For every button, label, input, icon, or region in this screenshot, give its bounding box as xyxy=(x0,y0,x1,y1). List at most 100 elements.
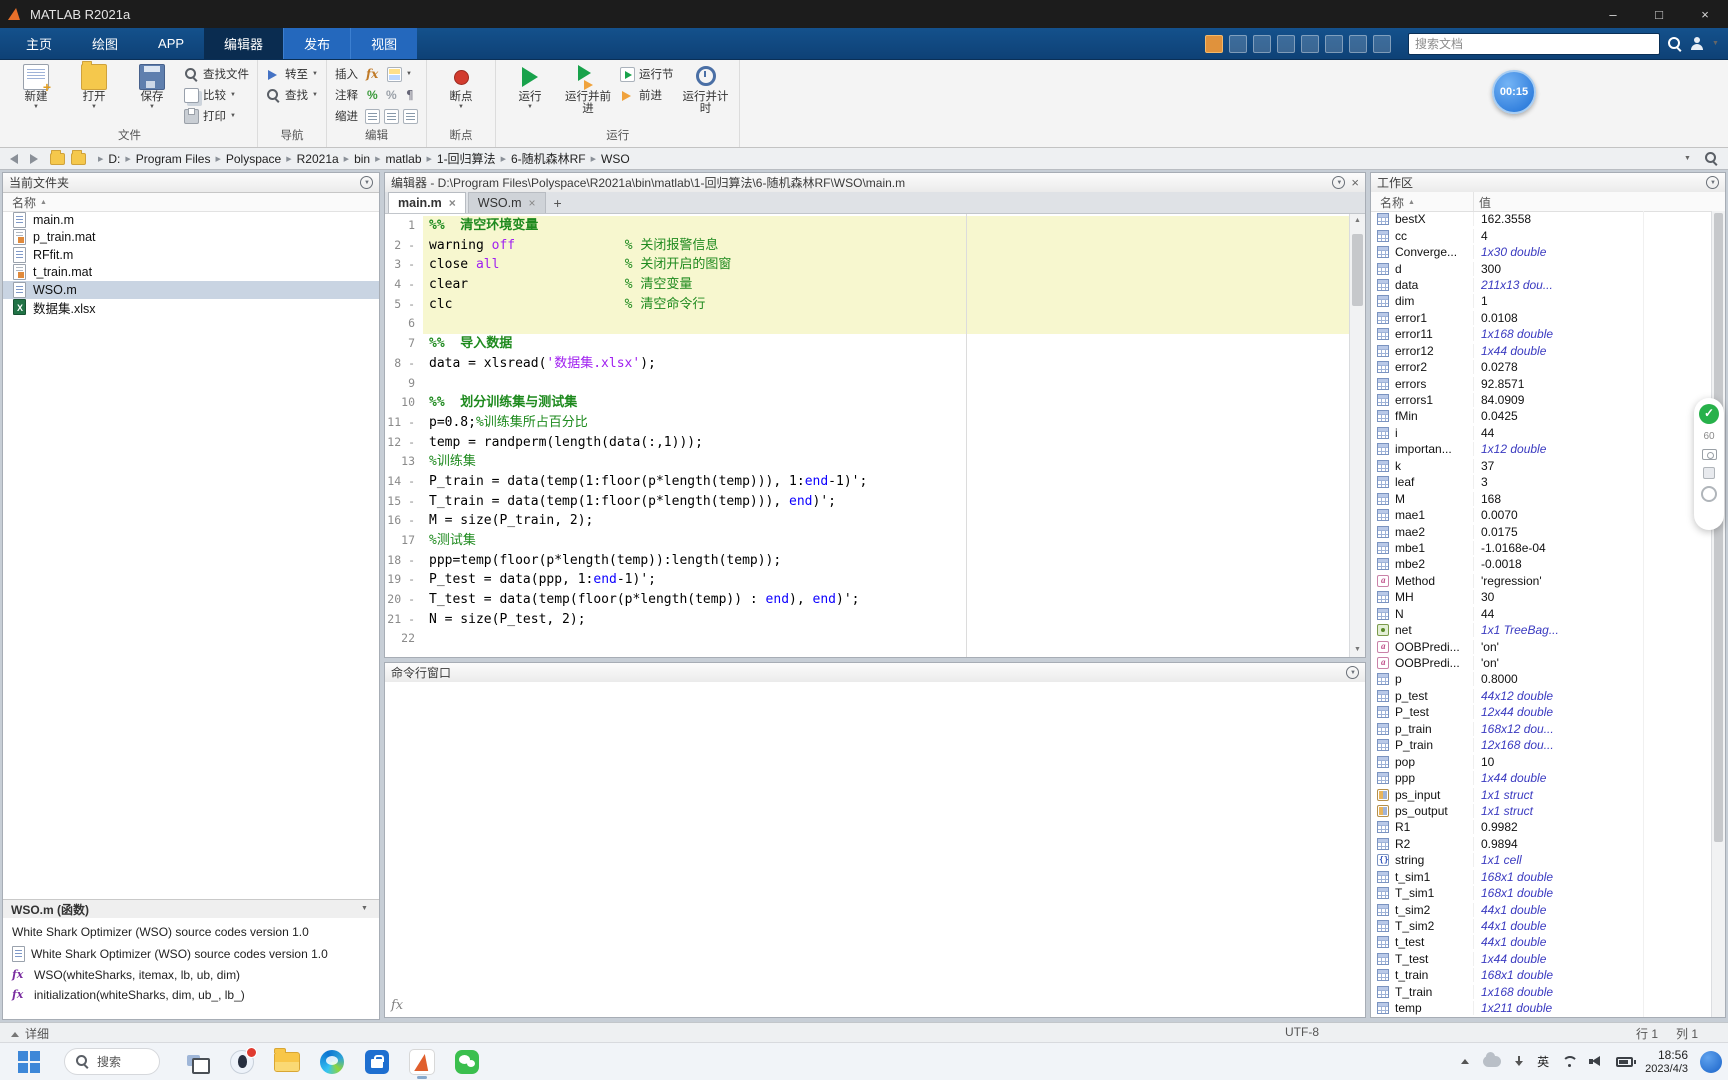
workspace-variable[interactable]: p_test 44x12 double xyxy=(1371,688,1712,704)
editor-close-icon[interactable]: × xyxy=(1351,176,1359,189)
breadcrumb-segment[interactable]: WSO xyxy=(601,152,630,166)
workspace-variable[interactable]: p 0.8000 xyxy=(1371,671,1712,687)
file-item[interactable]: p_train.mat xyxy=(3,229,379,247)
workspace-variable[interactable]: string 1x1 cell xyxy=(1371,852,1712,868)
code-line[interactable]: 1%% 清空环境变量 xyxy=(385,216,1350,236)
workspace-variable[interactable]: errors 92.8571 xyxy=(1371,375,1712,391)
file-details-entry[interactable]: White Shark Optimizer (WSO) source codes… xyxy=(12,946,370,962)
workspace-variable[interactable]: importan... 1x12 double xyxy=(1371,441,1712,457)
copy-icon[interactable] xyxy=(1277,34,1295,53)
workspace-variable[interactable]: bestX 162.3558 xyxy=(1371,211,1712,227)
code-line[interactable]: 19 - P_test = data(ppp, 1:end-1)'; xyxy=(385,570,1350,591)
breadcrumb-segment[interactable]: 6-随机森林RF xyxy=(511,150,586,167)
browse-folder-icon[interactable] xyxy=(50,149,65,165)
workspace-variable[interactable]: leaf 3 xyxy=(1371,474,1712,490)
advance-button[interactable]: 前进 xyxy=(620,86,674,104)
back-icon[interactable] xyxy=(8,152,22,166)
scrollbar-thumb[interactable] xyxy=(1352,234,1363,306)
workspace-variable[interactable]: M 168 xyxy=(1371,490,1712,506)
workspace-variable[interactable]: T_test 1x44 double xyxy=(1371,951,1712,967)
editor-menu-icon[interactable] xyxy=(1332,176,1346,189)
file-details-header[interactable]: WSO.m (函数) xyxy=(3,899,379,919)
workspace-variable[interactable]: dim 1 xyxy=(1371,293,1712,309)
ribbon-tab-home[interactable]: 主页 xyxy=(6,28,72,59)
workspace-variable[interactable]: OOBPredi... 'on' xyxy=(1371,638,1712,654)
workspace-variable[interactable]: Method 'regression' xyxy=(1371,573,1712,589)
workspace-variable[interactable]: Converge... 1x30 double xyxy=(1371,244,1712,260)
status-left[interactable]: 详细 xyxy=(10,1025,49,1042)
command-window-menu-icon[interactable] xyxy=(1346,666,1359,679)
screen-recorder-widget[interactable]: 60 xyxy=(1694,398,1724,530)
breadcrumb-segment[interactable]: D: xyxy=(108,152,120,166)
workspace-variable[interactable]: pop 10 xyxy=(1371,753,1712,769)
indent-button[interactable]: 缩进 xyxy=(335,107,418,125)
download-tray-icon[interactable] xyxy=(1513,1055,1525,1068)
ribbon-collapse-icon[interactable] xyxy=(1712,40,1722,48)
workspace-variable[interactable]: fMin 0.0425 xyxy=(1371,408,1712,424)
workspace-variable[interactable]: i 44 xyxy=(1371,425,1712,441)
workspace-variable[interactable]: t_train 168x1 double xyxy=(1371,967,1712,983)
file-item[interactable]: 数据集.xlsx xyxy=(3,299,379,317)
workspace-menu-icon[interactable] xyxy=(1706,176,1719,189)
ribbon-tab-editor[interactable]: 编辑器 xyxy=(204,28,284,59)
code-line[interactable]: 12 - temp = randperm(length(data(:,1))); xyxy=(385,432,1350,453)
workspace-variable[interactable]: MH 30 xyxy=(1371,589,1712,605)
check-icon[interactable] xyxy=(1699,404,1719,424)
code-line[interactable]: 6 xyxy=(385,314,1350,335)
editor-tab-WSO.m[interactable]: WSO.m × xyxy=(467,192,546,213)
user-account-icon[interactable] xyxy=(1689,36,1705,52)
breadcrumb-segment[interactable]: matlab xyxy=(385,152,421,166)
code-line[interactable]: 13 %训练集 xyxy=(385,452,1350,472)
breadcrumb-segment[interactable]: Polyspace xyxy=(226,152,281,166)
cut-icon[interactable] xyxy=(1253,34,1271,53)
command-window-body[interactable]: fx xyxy=(385,682,1365,1017)
code-line[interactable]: 11 - p=0.8;%训练集所占百分比 xyxy=(385,412,1350,433)
redo-icon[interactable] xyxy=(1349,34,1367,53)
workspace-variable[interactable]: T_train 1x168 double xyxy=(1371,984,1712,1000)
code-line[interactable]: 3 - close all % 关闭开启的图窗 xyxy=(385,255,1350,276)
code-line[interactable]: 10%% 划分训练集与测试集 xyxy=(385,393,1350,413)
taskbar-qq[interactable] xyxy=(227,1047,257,1077)
start-button[interactable] xyxy=(16,1049,42,1075)
workspace-variable[interactable]: P_test 12x44 double xyxy=(1371,704,1712,720)
editor-scrollbar[interactable]: ▲ ▼ xyxy=(1349,214,1365,657)
breakpoints-button[interactable]: 断点 ▼ xyxy=(435,62,487,111)
close-button[interactable]: × xyxy=(1682,0,1728,28)
run-time-button[interactable]: 运行并计时 xyxy=(679,62,731,115)
expand-details-icon[interactable] xyxy=(10,1030,20,1038)
workspace-variable[interactable]: data 211x13 dou... xyxy=(1371,277,1712,293)
workspace-variable[interactable]: mbe1 -1.0168e-04 xyxy=(1371,540,1712,556)
code-line[interactable]: 9 xyxy=(385,373,1350,394)
current-folder-column-header[interactable]: 名称 ▲ xyxy=(3,193,379,212)
workspace-variable[interactable]: R2 0.9894 xyxy=(1371,836,1712,852)
help-icon[interactable] xyxy=(1373,34,1391,53)
breadcrumb-segment[interactable]: 1-回归算法 xyxy=(437,150,496,167)
workspace-variable[interactable]: mbe2 -0.0018 xyxy=(1371,556,1712,572)
code-line[interactable]: 14 - P_train = data(temp(1:floor(p*length… xyxy=(385,471,1350,492)
onedrive-icon[interactable] xyxy=(1483,1052,1502,1067)
undo-icon[interactable] xyxy=(1325,34,1343,53)
workspace-variable[interactable]: t_test 44x1 double xyxy=(1371,934,1712,950)
code-line[interactable]: 17 %测试集 xyxy=(385,531,1350,551)
taskbar-clock[interactable]: 18:56 2023/4/3 xyxy=(1645,1048,1688,1076)
code-area[interactable]: 1%% 清空环境变量 2 - warning off % 关闭报警信息 3 - clos… xyxy=(385,216,1350,650)
code-line[interactable]: 5 - clc % 清空命令行 xyxy=(385,294,1350,315)
new-tab-button[interactable]: + xyxy=(548,192,568,213)
workspace-variable[interactable]: d 300 xyxy=(1371,260,1712,276)
comment-button[interactable]: 注释 xyxy=(335,86,418,104)
minimize-button[interactable]: – xyxy=(1590,0,1636,28)
workspace-scrollbar[interactable] xyxy=(1711,211,1725,1017)
workspace-variable[interactable]: T_sim2 44x1 double xyxy=(1371,918,1712,934)
file-item[interactable]: t_train.mat xyxy=(3,264,379,282)
save-button[interactable]: 保存 ▼ xyxy=(126,62,178,111)
taskbar-wechat[interactable] xyxy=(452,1047,482,1077)
search-icon[interactable] xyxy=(1667,36,1682,51)
code-line[interactable]: 18 - ppp=temp(floor(p*length(temp)):lengt… xyxy=(385,550,1350,571)
taskbar-search[interactable]: 搜索 xyxy=(64,1048,160,1075)
workspace-variable[interactable]: t_sim1 168x1 double xyxy=(1371,869,1712,885)
compare-button[interactable]: 比较 ▼ xyxy=(184,86,249,104)
run-advance-button[interactable]: 运行并前进 xyxy=(562,62,614,115)
editor-titlebar[interactable]: 编辑器 - D:\Program Files\Polyspace\R2021a\… xyxy=(385,173,1365,193)
ribbon-tab-plots[interactable]: 绘图 xyxy=(72,28,138,59)
workspace-variable[interactable]: errors1 84.0909 xyxy=(1371,392,1712,408)
